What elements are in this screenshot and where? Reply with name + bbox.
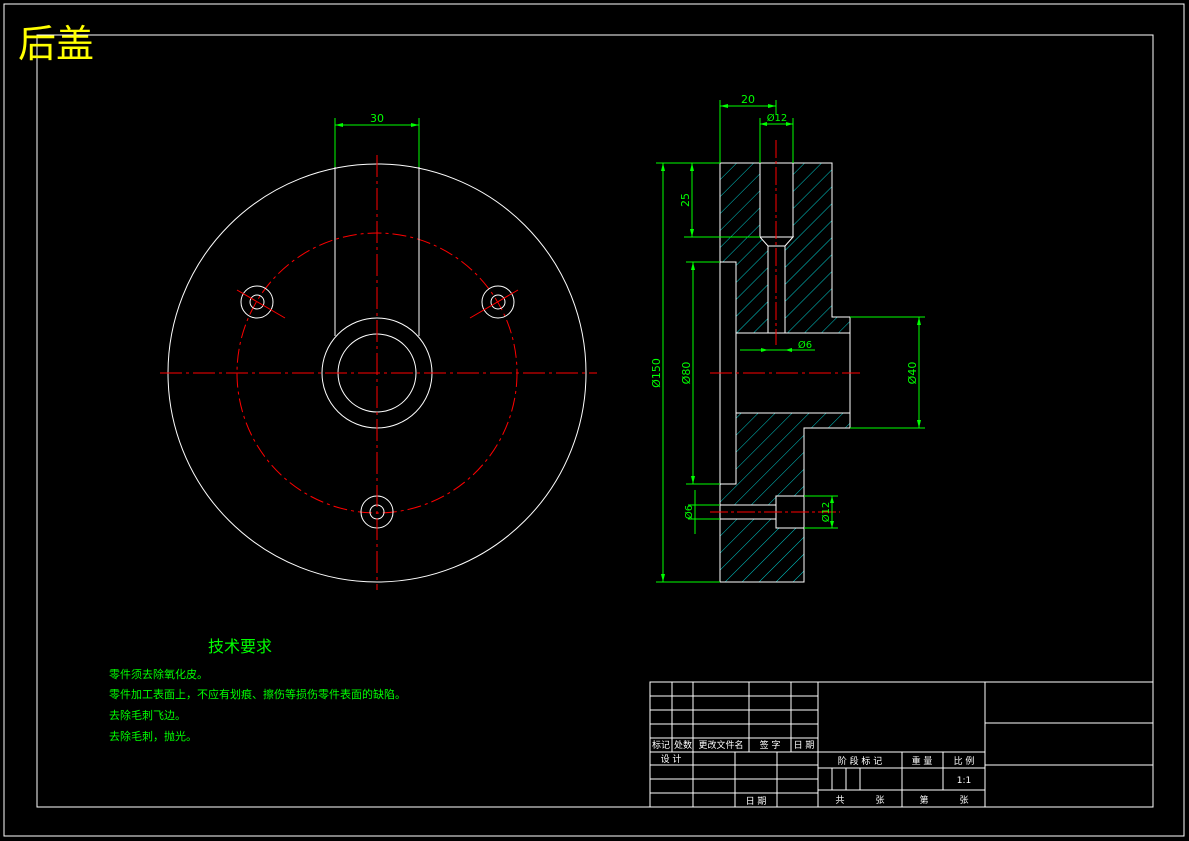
dim-top-depth: 25	[679, 193, 692, 207]
dim-top-width: 20	[741, 93, 755, 106]
dim-small-hole: Ø6	[798, 339, 812, 351]
dim-arrow	[691, 262, 695, 270]
tb-sheet-no: 第	[919, 794, 928, 806]
title-block-text: 标记 处数 更改文件名 签 字 日 期 设 计 日 期 阶 段 标 记 重 量 …	[652, 739, 974, 807]
tb-label-scale: 比 例	[954, 755, 975, 767]
tb-label-weight: 重 量	[912, 755, 933, 767]
dim-arrow	[768, 104, 776, 108]
dim-top-hole: Ø12	[767, 112, 788, 124]
section-view: 20 Ø12 25 Ø150 Ø80 Ø6 Ø40 Ø6 Ø12	[650, 93, 925, 583]
tb-label-stage: 阶 段 标 记	[838, 755, 883, 767]
tb-sheets-total: 共	[835, 795, 844, 806]
bolt-right-center-mark	[469, 289, 519, 319]
drawing-title: 后盖	[18, 22, 94, 66]
dim-arrow	[661, 574, 665, 582]
dim-arrow	[690, 229, 694, 237]
dim-outer-diameter: Ø150	[650, 358, 663, 388]
bolt-left-center-mark	[236, 289, 286, 319]
tb-label-change-doc: 更改文件名	[698, 739, 743, 751]
dim-arrow	[691, 476, 695, 484]
tb-sheets-unit: 张	[875, 795, 884, 806]
dim-arrow	[917, 317, 921, 325]
dim-recess-diameter: Ø80	[680, 362, 693, 385]
dim-arrow	[690, 163, 694, 171]
dim-arrow	[661, 163, 665, 171]
tb-label-date: 日 期	[794, 740, 815, 751]
tech-requirements: 技术要求 零件须去除氧化皮。 零件加工表面上，不应有划痕、擦伤等损伤零件表面的缺…	[109, 637, 406, 743]
dim-arrow-right	[411, 123, 419, 127]
tech-requirement-2: 零件加工表面上，不应有划痕、擦伤等损伤零件表面的缺陷。	[109, 687, 406, 701]
tb-sheet-unit: 张	[959, 795, 968, 806]
tech-requirement-1: 零件须去除氧化皮。	[109, 667, 208, 681]
tech-requirement-3: 去除毛刺飞边。	[109, 708, 186, 722]
dim-hub-diameter: Ø40	[906, 362, 919, 385]
tb-label-approve-date: 日 期	[746, 796, 767, 807]
dim-bottom-counterbore: Ø12	[820, 502, 832, 523]
tb-scale-value: 1:1	[957, 776, 971, 786]
tech-requirement-4: 去除毛刺，抛光。	[109, 729, 197, 743]
tb-label-sign: 签 字	[760, 739, 781, 751]
tb-label-mark: 标记	[652, 739, 670, 751]
dim-slot-width: 30	[370, 112, 384, 125]
dim-arrow	[720, 104, 728, 108]
front-view: 30	[160, 112, 597, 590]
engineering-drawing: 后盖 30 20 Ø12 25 Ø150 Ø80 Ø6 Ø40 Ø6 Ø12 技…	[3, 3, 1185, 837]
tb-label-count: 处数	[674, 739, 692, 751]
tech-requirements-heading: 技术要求	[208, 637, 272, 656]
dim-arrow	[917, 420, 921, 428]
dim-arrow-left	[335, 123, 343, 127]
dim-bottom-small-hole: Ø6	[683, 505, 695, 519]
tb-label-design: 设 计	[661, 753, 682, 765]
